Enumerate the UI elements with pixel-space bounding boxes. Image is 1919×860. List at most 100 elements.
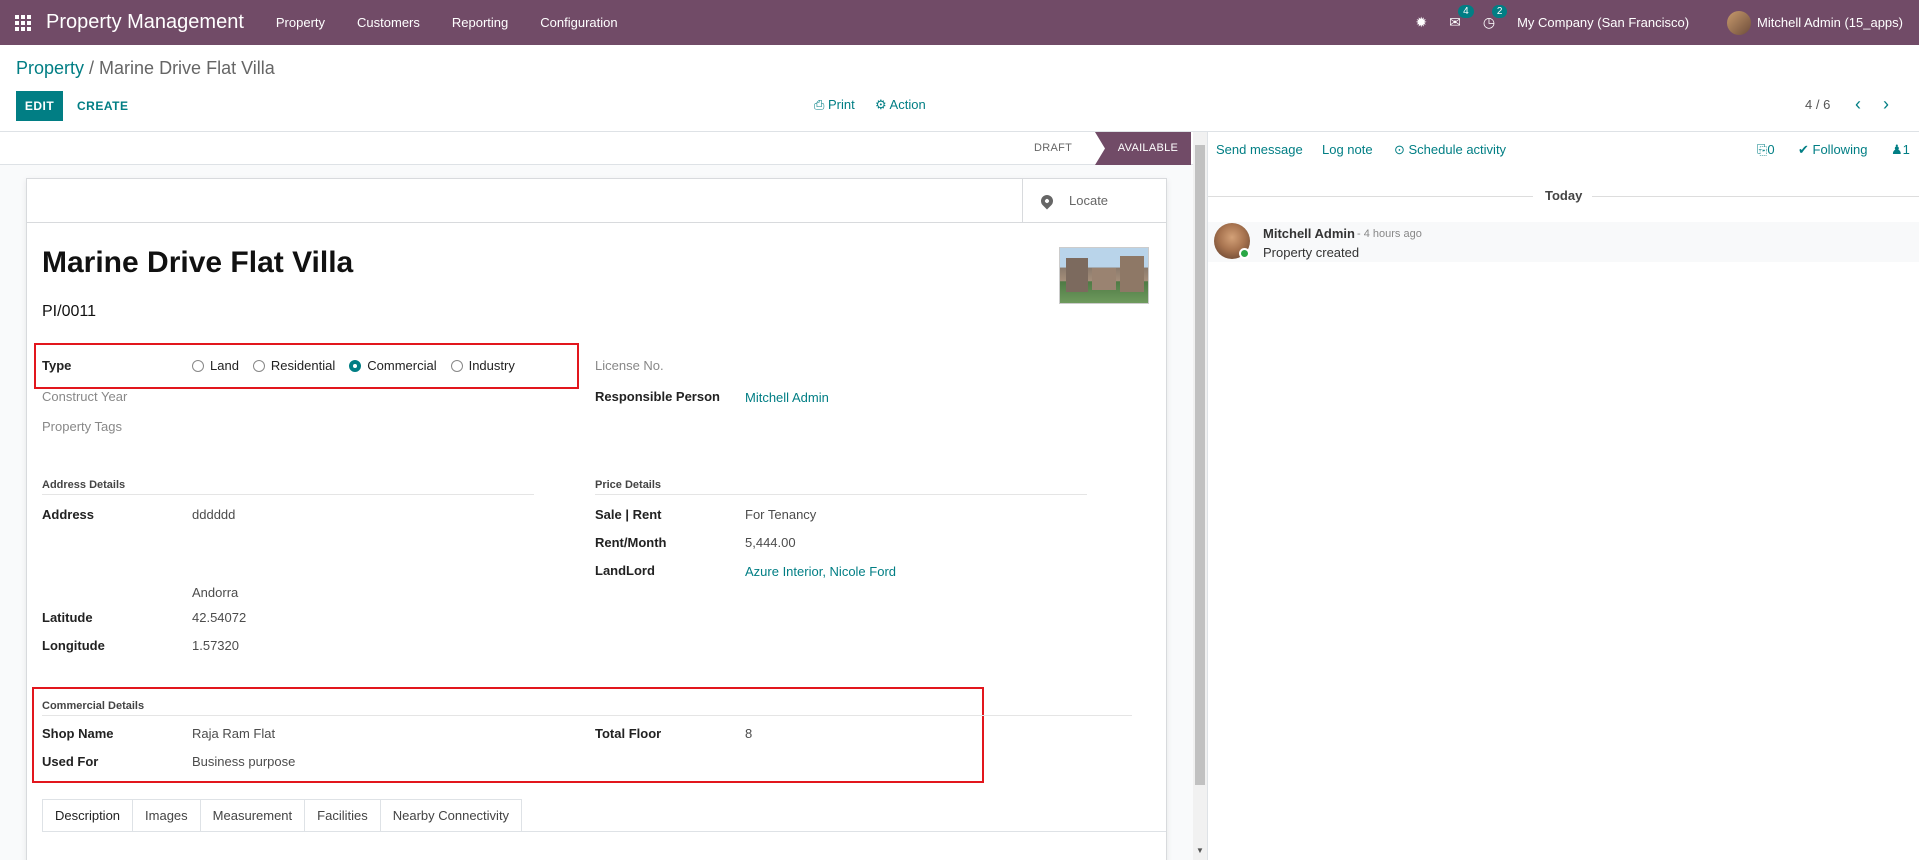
apps-menu-icon[interactable] — [0, 0, 46, 45]
attachments-count: 0 — [1767, 142, 1775, 157]
pager-previous-icon[interactable]: ‹ — [1855, 94, 1861, 115]
statusbar — [0, 132, 1193, 165]
commercial-section-title: Commercial Details — [42, 700, 145, 712]
print-button[interactable]: ⎙ Print — [814, 97, 855, 113]
send-message-button[interactable]: Send message — [1216, 142, 1303, 157]
type-option-land[interactable]: Land — [192, 358, 239, 373]
shop-name-label: Shop Name — [42, 726, 114, 741]
paperclip-icon: ⎘ — [1757, 142, 1768, 157]
longitude-value: 1.57320 — [192, 638, 239, 653]
commercial-highlight-box — [32, 687, 984, 783]
total-floor-value: 8 — [745, 726, 753, 741]
construct-year-label: Construct Year — [42, 389, 128, 404]
message-timestamp: - 4 hours ago — [1357, 228, 1422, 240]
used-for-value: Business purpose — [192, 754, 296, 769]
latitude-label: Latitude — [42, 610, 93, 625]
radio-label: Residential — [270, 358, 336, 373]
breadcrumb-separator: / — [84, 58, 100, 78]
latitude-value: 42.54072 — [192, 610, 247, 625]
scroll-down-arrow-icon[interactable]: ▼ — [1196, 846, 1204, 855]
user-avatar[interactable] — [1727, 10, 1752, 35]
following-button[interactable]: ✔ Following — [1798, 142, 1867, 158]
stage-available[interactable]: AVAILABLE — [1095, 132, 1191, 165]
property-tags-label: Property Tags — [42, 419, 122, 434]
address-section-divider — [42, 494, 534, 495]
type-option-residential[interactable]: Residential — [252, 358, 336, 373]
tab-description[interactable]: Description — [42, 799, 134, 832]
price-section-divider — [595, 494, 1087, 495]
responsible-person-label: Responsible Person — [595, 389, 720, 404]
radio-icon — [252, 359, 265, 372]
address-section-title: Address Details — [42, 479, 126, 491]
longitude-label: Longitude — [42, 638, 105, 653]
sale-rent-value: For Tenancy — [745, 507, 817, 522]
pager-next-icon[interactable]: › — [1883, 94, 1889, 115]
locate-button[interactable]: Locate — [1022, 178, 1167, 223]
action-button[interactable]: ⚙ Action — [875, 97, 926, 113]
landlord-label: LandLord — [595, 563, 655, 578]
create-button[interactable]: CREATE — [77, 91, 128, 121]
followers-user-icon: ♟ — [1891, 142, 1903, 157]
shop-name-value: Raja Ram Flat — [192, 726, 276, 741]
activities-count-badge: 2 — [1491, 5, 1508, 18]
scrollbar-thumb[interactable] — [1195, 145, 1205, 785]
app-name[interactable]: Property Management — [46, 11, 244, 34]
online-status-icon — [1239, 248, 1250, 259]
breadcrumb: Property / Marine Drive Flat Villa — [16, 58, 275, 79]
edit-button[interactable]: EDIT — [16, 91, 63, 121]
property-reference: PI/0011 — [42, 303, 96, 320]
activities-clock-icon[interactable]: ◷ 2 — [1483, 5, 1508, 31]
top-navbar: Property Management Property Customers R… — [0, 0, 1919, 45]
radio-icon — [192, 359, 204, 372]
address-country: Andorra — [192, 585, 239, 600]
messages-count-badge: 4 — [1458, 5, 1474, 18]
used-for-label: Used For — [42, 754, 99, 769]
property-title: Marine Drive Flat Villa — [42, 246, 354, 279]
log-note-button[interactable]: Log note — [1322, 142, 1373, 157]
messages-icon[interactable]: ✉ 4 — [1449, 5, 1474, 31]
landlord-value[interactable]: Azure Interior, Nicole Ford — [745, 564, 896, 579]
message-body: Property created — [1263, 245, 1360, 260]
type-radio-group: Land Residential Commercial Industry — [192, 358, 529, 373]
followers-count: 1 — [1902, 142, 1910, 157]
commercial-section-divider — [42, 715, 1132, 716]
tab-nearby-connectivity[interactable]: Nearby Connectivity — [380, 799, 523, 832]
today-separator-label: Today — [1545, 188, 1583, 203]
company-switcher[interactable]: My Company (San Francisco) — [1517, 15, 1689, 30]
today-divider-left — [1208, 196, 1533, 197]
rent-month-label: Rent/Month — [595, 535, 667, 550]
tab-measurement[interactable]: Measurement — [200, 799, 306, 832]
followers-button[interactable]: ♟1 — [1891, 142, 1910, 158]
locate-label: Locate — [1069, 193, 1109, 208]
responsible-person-value[interactable]: Mitchell Admin — [745, 390, 829, 405]
address-label: Address — [42, 507, 95, 522]
type-option-industry[interactable]: Industry — [450, 358, 515, 373]
today-divider-right — [1592, 196, 1919, 197]
radio-label: Land — [210, 358, 239, 373]
message-author[interactable]: Mitchell Admin — [1263, 226, 1355, 241]
sale-rent-label: Sale | Rent — [595, 507, 662, 522]
button-box — [26, 178, 1167, 223]
radio-label: Industry — [468, 358, 515, 373]
breadcrumb-current: Marine Drive Flat Villa — [99, 58, 275, 78]
tab-facilities[interactable]: Facilities — [305, 799, 381, 832]
pager-value[interactable]: 4 / 6 — [1805, 97, 1830, 112]
price-section-title: Price Details — [595, 479, 662, 491]
type-option-commercial[interactable]: Commercial — [349, 358, 437, 373]
radio-icon — [450, 359, 463, 372]
menu-configuration[interactable]: Configuration — [540, 15, 617, 30]
radio-checked-icon — [349, 359, 362, 372]
breadcrumb-parent[interactable]: Property — [16, 58, 84, 78]
menu-customers[interactable]: Customers — [357, 15, 420, 30]
property-image[interactable] — [1059, 247, 1149, 304]
menu-property[interactable]: Property — [276, 15, 325, 30]
type-label: Type — [42, 358, 72, 373]
attachments-button[interactable]: ⎘0 — [1757, 142, 1775, 158]
tab-images[interactable]: Images — [133, 799, 201, 832]
menu-reporting[interactable]: Reporting — [452, 15, 508, 30]
stage-draft[interactable]: DRAFT — [1034, 132, 1072, 165]
debug-bug-icon[interactable]: ✹ — [1415, 14, 1427, 31]
user-menu[interactable]: Mitchell Admin (15_apps) — [1757, 15, 1903, 30]
schedule-activity-button[interactable]: ⊙ Schedule activity — [1394, 142, 1506, 158]
map-pin-icon — [1038, 192, 1056, 209]
